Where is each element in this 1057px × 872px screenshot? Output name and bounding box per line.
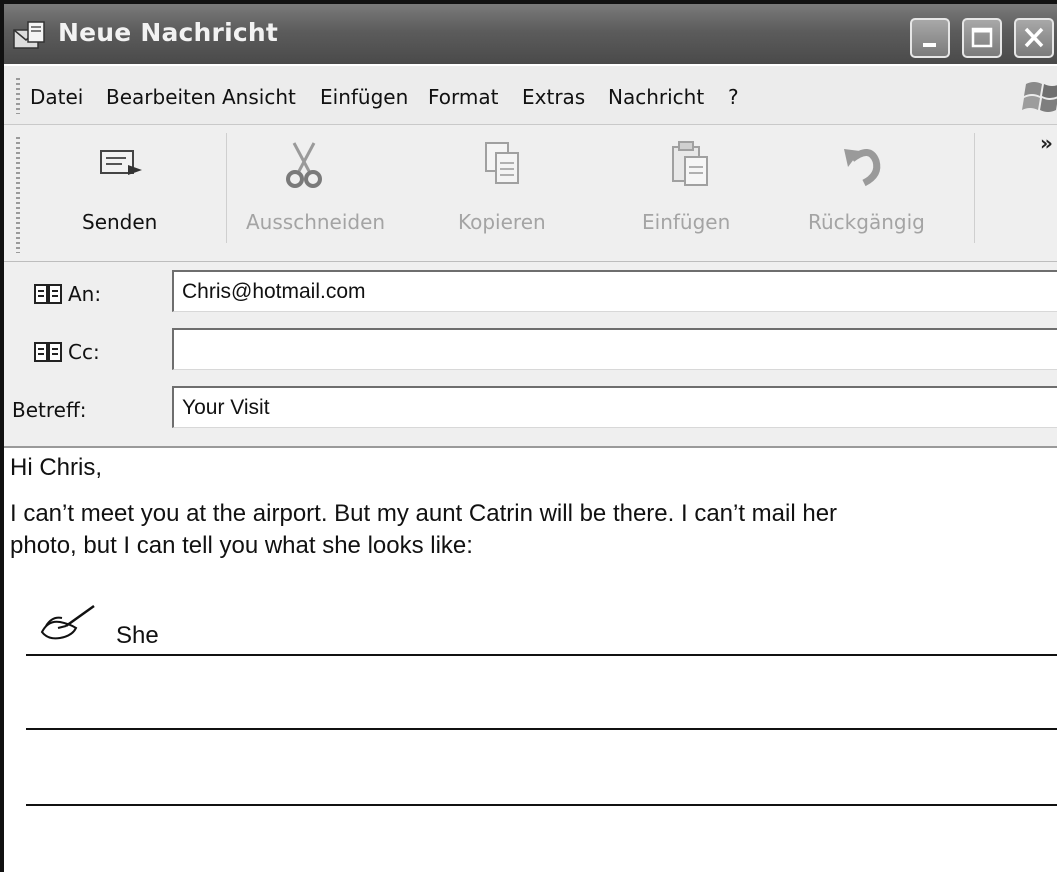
email-window: Neue Nachricht Datei Bearbeiten Ansicht … bbox=[0, 0, 1057, 872]
paste-icon bbox=[672, 141, 708, 186]
message-header-fields: An: Chris@hotmail.com Cc: Betreff: Your … bbox=[4, 262, 1057, 448]
to-field-label[interactable]: An: bbox=[34, 282, 101, 306]
to-label-text: An: bbox=[68, 282, 102, 306]
greeting-text: Hi Chris, bbox=[10, 454, 103, 481]
cut-label: Ausschneiden bbox=[246, 210, 386, 234]
body-paragraph-line-2: photo, but I can tell you what she looks… bbox=[10, 532, 473, 559]
cc-field-label[interactable]: Cc: bbox=[34, 340, 100, 364]
menu-bar: Datei Bearbeiten Ansicht Einfügen Format… bbox=[4, 66, 1057, 125]
address-book-icon bbox=[34, 284, 62, 304]
address-book-icon bbox=[34, 342, 62, 362]
copy-icon bbox=[485, 142, 519, 184]
scissors-icon bbox=[286, 142, 322, 188]
writing-line bbox=[26, 804, 1057, 806]
minimize-icon bbox=[923, 43, 936, 47]
toolbar-separator bbox=[226, 133, 227, 243]
cut-button[interactable]: Ausschneiden bbox=[236, 125, 414, 255]
minimize-button[interactable] bbox=[910, 18, 950, 58]
message-body[interactable]: Hi Chris, I can’t meet you at the airpor… bbox=[4, 448, 1057, 872]
subject-input[interactable]: Your Visit bbox=[172, 386, 1057, 428]
send-label: Senden bbox=[82, 210, 158, 234]
writing-line bbox=[26, 728, 1057, 730]
toolbar: Senden Ausschneiden Kopieren Einfügen Rü… bbox=[4, 125, 1057, 262]
menu-bearbeiten[interactable]: Bearbeiten bbox=[106, 85, 216, 109]
to-input[interactable]: Chris@hotmail.com bbox=[172, 270, 1057, 312]
cc-label-text: Cc: bbox=[68, 340, 100, 364]
toolbar-separator bbox=[974, 133, 975, 243]
menu-extras[interactable]: Extras bbox=[522, 85, 585, 109]
menu-ansicht[interactable]: Ansicht bbox=[222, 85, 296, 109]
copy-label: Kopieren bbox=[458, 210, 546, 234]
send-button[interactable]: Senden bbox=[26, 125, 216, 255]
sentence-starter: She bbox=[116, 622, 159, 649]
undo-icon bbox=[844, 149, 881, 187]
menu-grip[interactable] bbox=[16, 78, 20, 114]
subject-label: Betreff: bbox=[12, 398, 87, 422]
menu-help[interactable]: ? bbox=[728, 85, 739, 109]
toolbar-grip[interactable] bbox=[16, 137, 20, 253]
writing-line bbox=[26, 654, 1057, 656]
body-paragraph-line-1: I can’t meet you at the airport. But my … bbox=[10, 500, 838, 527]
menu-datei[interactable]: Datei bbox=[30, 85, 83, 109]
cc-input[interactable] bbox=[172, 328, 1057, 370]
new-message-icon bbox=[13, 21, 45, 49]
maximize-button[interactable] bbox=[962, 18, 1002, 58]
close-button[interactable] bbox=[1014, 18, 1054, 58]
paste-button[interactable]: Einfügen bbox=[624, 125, 774, 255]
paste-label: Einfügen bbox=[642, 210, 731, 234]
writing-hand-icon bbox=[40, 604, 95, 640]
undo-button[interactable]: Rückgängig bbox=[794, 125, 964, 255]
windows-logo-icon bbox=[1022, 82, 1057, 112]
copy-button[interactable]: Kopieren bbox=[444, 125, 574, 255]
close-icon bbox=[1024, 27, 1044, 48]
toolbar-overflow-chevron[interactable]: » bbox=[1040, 131, 1053, 155]
maximize-icon bbox=[971, 27, 993, 48]
menu-format[interactable]: Format bbox=[428, 85, 498, 109]
undo-label: Rückgängig bbox=[808, 210, 925, 234]
menu-nachricht[interactable]: Nachricht bbox=[608, 85, 704, 109]
menu-einfuegen[interactable]: Einfügen bbox=[320, 85, 408, 109]
window-title: Neue Nachricht bbox=[58, 18, 279, 47]
send-icon bbox=[100, 150, 142, 175]
title-bar[interactable]: Neue Nachricht bbox=[4, 4, 1057, 64]
